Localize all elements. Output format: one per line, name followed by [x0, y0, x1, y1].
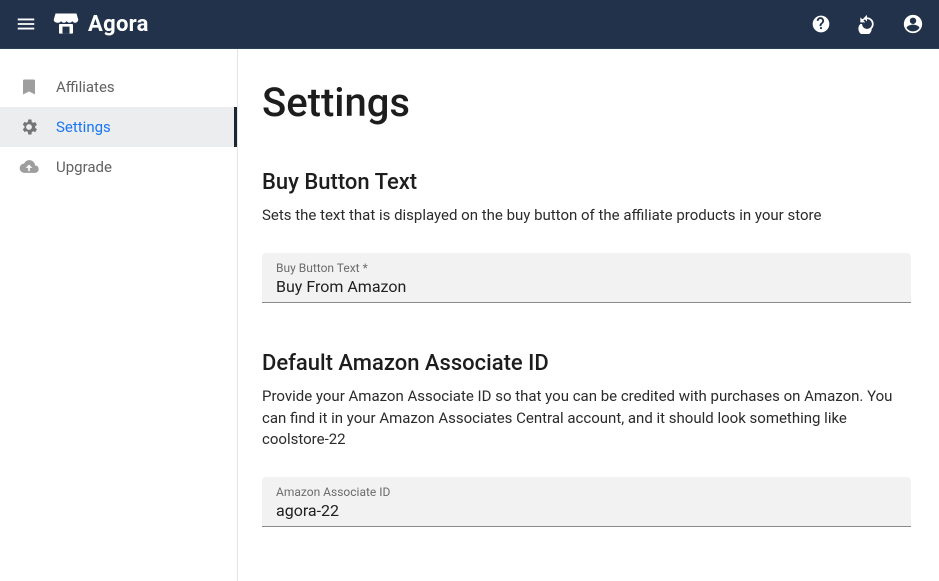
hamburger-menu-icon[interactable]: [14, 12, 38, 36]
section-heading: Buy Button Text: [262, 170, 911, 195]
sidebar-item-label: Affiliates: [56, 78, 115, 96]
section-heading: Default Amazon Associate ID: [262, 351, 911, 376]
sidebar: Affiliates Settings Upgrade: [0, 49, 238, 581]
brand-name: Agora: [88, 12, 149, 37]
brand-logo[interactable]: Agora: [52, 10, 149, 38]
section-buy-button-text: Buy Button Text Sets the text that is di…: [262, 170, 911, 303]
main-content: Settings Buy Button Text Sets the text t…: [238, 49, 939, 581]
gear-icon: [18, 116, 40, 138]
buy-button-text-input[interactable]: [276, 277, 897, 296]
store-icon: [52, 10, 80, 38]
sidebar-item-settings[interactable]: Settings: [0, 107, 237, 147]
page-title: Settings: [262, 79, 911, 126]
section-description: Sets the text that is displayed on the b…: [262, 205, 911, 227]
refresh-icon[interactable]: [855, 12, 879, 36]
sidebar-item-upgrade[interactable]: Upgrade: [0, 147, 237, 187]
associate-id-field[interactable]: Amazon Associate ID: [262, 477, 911, 527]
buy-button-text-field[interactable]: Buy Button Text *: [262, 253, 911, 303]
section-associate-id: Default Amazon Associate ID Provide your…: [262, 351, 911, 527]
sidebar-item-affiliates[interactable]: Affiliates: [0, 67, 237, 107]
section-description: Provide your Amazon Associate ID so that…: [262, 386, 911, 451]
sidebar-item-label: Upgrade: [56, 158, 112, 176]
help-icon[interactable]: [809, 12, 833, 36]
bookmark-icon: [18, 76, 40, 98]
account-icon[interactable]: [901, 12, 925, 36]
field-label: Amazon Associate ID: [276, 485, 897, 499]
associate-id-input[interactable]: [276, 501, 897, 520]
cloud-upload-icon: [18, 156, 40, 178]
topbar: Agora: [0, 0, 939, 49]
field-label: Buy Button Text *: [276, 261, 897, 275]
sidebar-item-label: Settings: [56, 118, 111, 136]
